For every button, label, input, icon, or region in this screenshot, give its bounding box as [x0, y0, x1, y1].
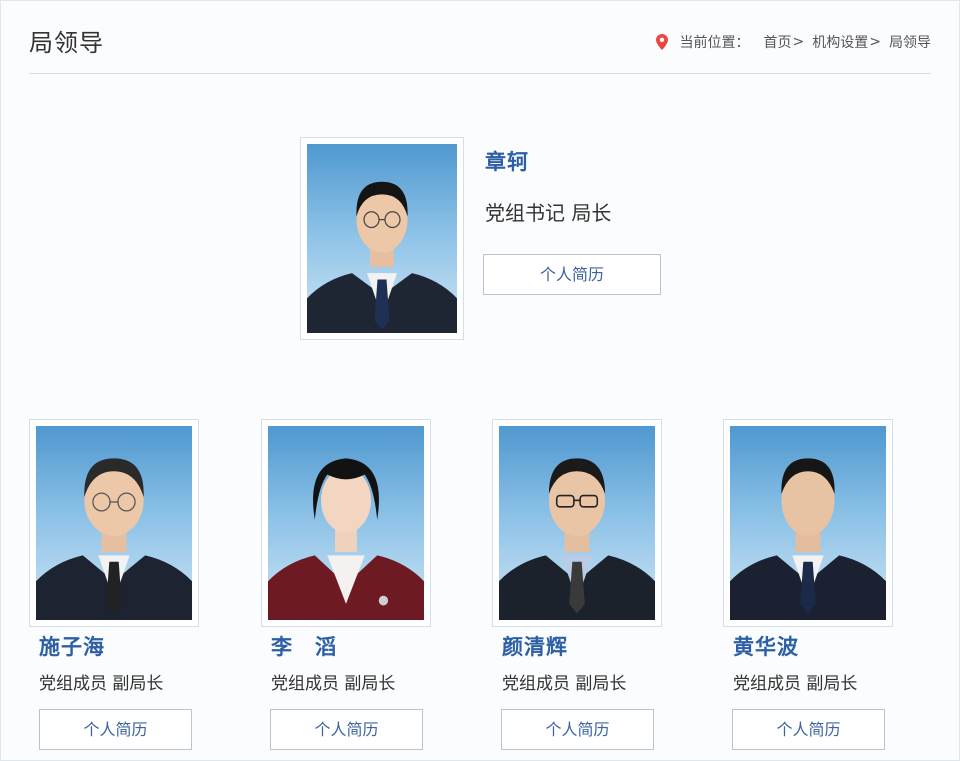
leader-photo-frame[interactable] [261, 419, 431, 627]
leader-photo-frame[interactable] [29, 419, 199, 627]
breadcrumb-separator: > [869, 34, 881, 50]
leader-name: 施子海 [39, 635, 105, 659]
leader-photo-frame[interactable] [300, 137, 464, 340]
leader-title: 党组成员 副局长 [39, 674, 164, 694]
resume-button[interactable]: 个人简历 [39, 709, 192, 750]
breadcrumb-org-link[interactable]: 机构设置 [812, 32, 868, 52]
leader-photo [36, 426, 192, 620]
page-header: 局领导 当前位置： 首页 > 机构设置 > 局领导 [29, 1, 931, 74]
portrait-image [730, 458, 886, 620]
page-title: 局领导 [29, 29, 104, 57]
leader-photo [307, 144, 457, 333]
resume-button[interactable]: 个人简历 [270, 709, 423, 750]
leader-name: 李 滔 [271, 635, 337, 659]
leader-photo [730, 426, 886, 620]
leader-photo [499, 426, 655, 620]
breadcrumb-home-link[interactable]: 首页 [764, 32, 792, 52]
breadcrumb-current: 局领导 [889, 35, 931, 51]
location-pin-icon [655, 34, 668, 50]
leader-photo-frame[interactable] [723, 419, 893, 627]
leader-title: 党组成员 副局长 [271, 674, 396, 694]
leader-title: 党组成员 副局长 [502, 674, 627, 694]
resume-button[interactable]: 个人简历 [732, 709, 885, 750]
leader-title: 党组成员 副局长 [733, 674, 858, 694]
breadcrumb-label: 当前位置： [679, 35, 750, 51]
page: 局领导 当前位置： 首页 > 机构设置 > 局领导 章轲 党组书记 局长 个人简… [0, 0, 960, 761]
leader-name: 黄华波 [733, 635, 799, 659]
portrait-image [36, 458, 192, 620]
leader-name: 章轲 [485, 150, 529, 174]
leader-name: 颜清辉 [502, 635, 568, 659]
resume-button[interactable]: 个人简历 [501, 709, 654, 750]
breadcrumb: 当前位置： 首页 > 机构设置 > 局领导 [655, 32, 931, 52]
portrait-image [268, 458, 424, 620]
portrait-image [499, 458, 655, 620]
leader-photo [268, 426, 424, 620]
resume-button[interactable]: 个人简历 [483, 254, 661, 295]
leader-photo-frame[interactable] [492, 419, 662, 627]
portrait-image [307, 181, 457, 333]
leader-title: 党组书记 局长 [485, 201, 612, 225]
breadcrumb-separator: > [792, 34, 805, 50]
